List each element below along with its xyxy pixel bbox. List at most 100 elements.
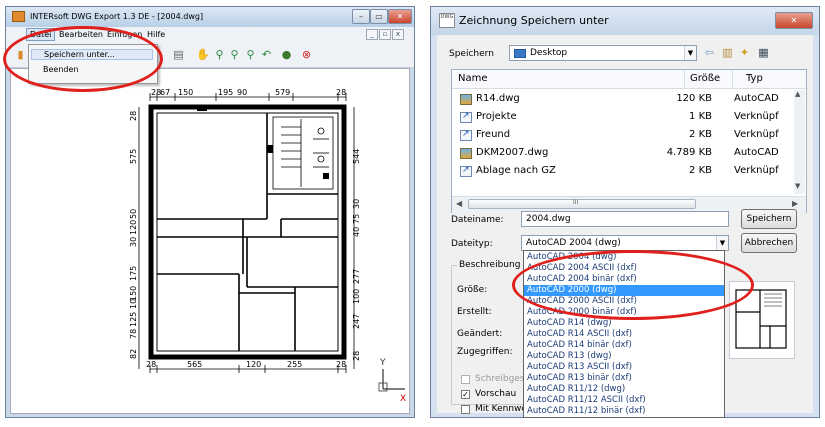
filetype-option[interactable]: AutoCAD R13 ASCII (dxf)	[524, 362, 724, 373]
axis-y-label: Y	[379, 358, 386, 368]
mdi-close-button[interactable]: x	[392, 29, 404, 40]
print-icon[interactable]: ▤	[172, 48, 185, 61]
vertical-scrollbar[interactable]: ▲ ▼	[794, 90, 805, 194]
info-modified-label: Geändert:	[457, 329, 503, 339]
minimize-button[interactable]: –	[352, 9, 370, 24]
dialog-close-button[interactable]: ✕	[775, 12, 813, 29]
maximize-button[interactable]: ▭	[370, 9, 388, 24]
scroll-down-icon[interactable]: ▼	[795, 182, 800, 190]
scroll-up-icon[interactable]: ▲	[795, 90, 800, 98]
window-title: INTERsoft DWG Export 1.3 DE - [2004.dwg]	[30, 12, 204, 21]
cancel-button[interactable]: Abbrechen	[741, 233, 797, 253]
filetype-option[interactable]: AutoCAD R11/12 binär (dxf)	[524, 406, 724, 417]
dim-left-11: 82	[129, 349, 138, 359]
save-as-dialog: DWG Zeichnung Speichern unter ✕ Speicher…	[430, 6, 820, 418]
dim-right-2: 30	[352, 199, 361, 209]
stop-icon[interactable]: ⊗	[300, 48, 313, 61]
file-row[interactable]: DKM2007.dwg 4.789 KB AutoCAD	[452, 146, 806, 162]
filetype-label: Dateityp:	[451, 239, 493, 249]
mdi-minimize-button[interactable]: _	[366, 29, 378, 40]
back-icon[interactable]: ⇦	[703, 46, 716, 59]
readonly-checkbox[interactable]	[461, 375, 470, 384]
dim-left-9: 125	[129, 312, 138, 327]
file-name: R14.dwg	[476, 93, 520, 104]
globe-icon[interactable]: ●	[280, 48, 293, 61]
filetype-value: AutoCAD 2004 (dwg)	[526, 238, 621, 248]
preview-checkbox[interactable]: ✓	[461, 390, 470, 399]
up-folder-icon[interactable]: ▥	[721, 46, 734, 59]
file-size: 120 KB	[676, 93, 712, 104]
filetype-select[interactable]: AutoCAD 2004 (dwg) ▼	[521, 235, 729, 251]
dim-right-1: 544	[352, 149, 361, 164]
dim-top-4: 195	[218, 88, 233, 97]
mdi-restore-button[interactable]: ▫	[379, 29, 391, 40]
file-list[interactable]: Name Größe Typ R14.dwg 120 KB AutoCAD Pr…	[451, 69, 807, 213]
scroll-left-icon[interactable]: ◀	[456, 199, 462, 208]
zoom-in-icon[interactable]: ⚲	[228, 48, 241, 61]
dialog-body: Speichern Desktop ▼ ⇦ ▥ ✦ ▦ Name Größe T…	[437, 35, 813, 418]
file-name: Freund	[476, 129, 511, 140]
info-size-label: Größe:	[457, 285, 488, 295]
dim-right-8: 28	[352, 351, 361, 361]
dim-bottom-5: 28	[336, 360, 346, 369]
filetype-option[interactable]: AutoCAD R14 ASCII (dxf)	[524, 329, 724, 340]
file-size: 2 KB	[689, 165, 712, 176]
new-folder-icon[interactable]: ✦	[738, 46, 751, 59]
view-menu-icon[interactable]: ▦	[757, 46, 770, 59]
zoom-out-icon[interactable]: ⚲	[244, 48, 257, 61]
filetype-option[interactable]: AutoCAD R11/12 ASCII (dxf)	[524, 395, 724, 406]
zoom-previous-icon[interactable]: ↶	[260, 48, 273, 61]
scroll-thumb[interactable]: III	[468, 199, 696, 209]
filetype-option[interactable]: AutoCAD R14 binär (dxf)	[524, 340, 724, 351]
file-type: AutoCAD	[734, 147, 779, 158]
dim-left-2: 575	[129, 149, 138, 164]
save-button[interactable]: Speichern	[741, 209, 797, 229]
file-row[interactable]: Freund 2 KB Verknüpf	[452, 128, 806, 144]
dim-bottom-3: 120	[246, 360, 261, 369]
dim-left-5: 30	[129, 237, 138, 247]
file-row[interactable]: Ablage nach GZ 2 KB Verknüpf	[452, 164, 806, 180]
shortcut-icon	[460, 129, 472, 141]
preview-label: Vorschau	[475, 389, 517, 399]
dim-top-7: 28	[336, 88, 346, 97]
file-type: Verknüpf	[734, 111, 779, 122]
filename-label: Dateiname:	[451, 215, 504, 225]
drawing-canvas[interactable]: 28 67 150 195 90 579 28 28 565 120 255 2…	[10, 68, 410, 414]
file-row[interactable]: R14.dwg 120 KB AutoCAD	[452, 92, 806, 108]
close-button[interactable]: ✕	[388, 9, 412, 24]
file-size: 4.789 KB	[666, 147, 712, 158]
axis-x-label: X	[400, 394, 406, 404]
app-icon	[12, 11, 25, 22]
column-type[interactable]: Typ	[746, 73, 763, 84]
filetype-option[interactable]: AutoCAD R13 binär (dxf)	[524, 373, 724, 384]
chevron-down-icon[interactable]: ▼	[716, 236, 728, 250]
filetype-option[interactable]: AutoCAD R13 (dwg)	[524, 351, 724, 362]
file-name: DKM2007.dwg	[476, 147, 549, 158]
scroll-right-icon[interactable]: ▶	[792, 199, 798, 208]
dim-bottom-4: 255	[287, 360, 302, 369]
pan-hand-icon[interactable]: ✋	[196, 48, 210, 61]
menu-hilfe[interactable]: Hilfe	[144, 29, 168, 40]
file-name: Ablage nach GZ	[476, 165, 556, 176]
save-in-combo[interactable]: Desktop ▼	[509, 45, 697, 61]
file-type: Verknüpf	[734, 129, 779, 140]
description-label: Beschreibung	[457, 260, 523, 270]
file-row[interactable]: Projekte 1 KB Verknüpf	[452, 110, 806, 126]
file-size: 1 KB	[689, 111, 712, 122]
filetype-option[interactable]: AutoCAD R11/12 (dwg)	[524, 384, 724, 395]
password-checkbox[interactable]	[461, 405, 470, 414]
dim-left-1: 28	[129, 111, 138, 121]
column-size[interactable]: Größe	[690, 73, 720, 84]
dim-left-4: 120	[129, 220, 138, 235]
shortcut-icon	[460, 111, 472, 123]
file-name: Projekte	[476, 111, 517, 122]
dim-left-8: 10	[129, 299, 138, 309]
file-size: 2 KB	[689, 129, 712, 140]
dim-top-6: 579	[275, 88, 290, 97]
filename-input[interactable]: 2004.dwg	[521, 211, 729, 227]
annotation-ellipse-menu	[3, 26, 163, 92]
column-name[interactable]: Name	[458, 73, 488, 84]
chevron-down-icon[interactable]: ▼	[684, 46, 696, 60]
save-in-label: Speichern	[449, 49, 494, 59]
zoom-window-icon[interactable]: ⚲	[213, 48, 226, 61]
